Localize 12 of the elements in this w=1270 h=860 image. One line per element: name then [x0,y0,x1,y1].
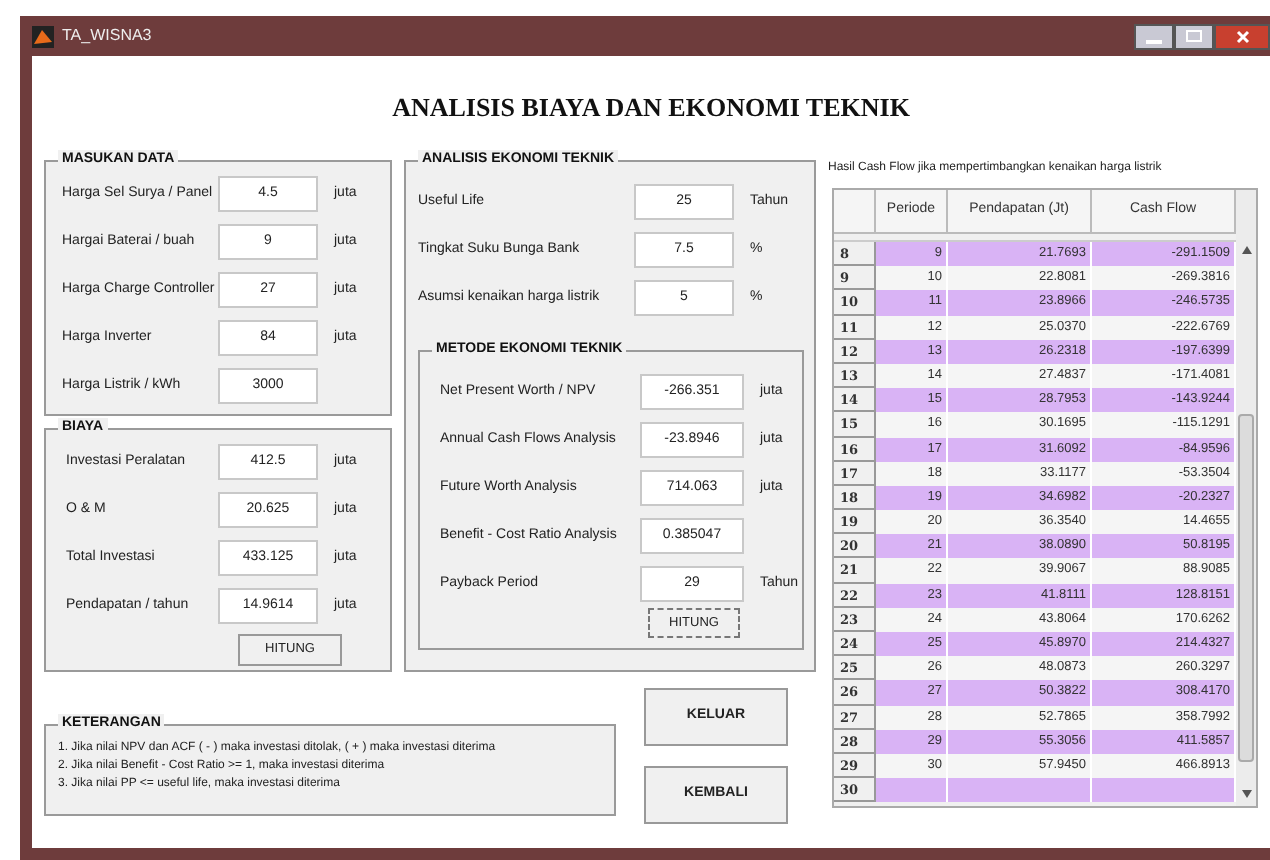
corner-header [834,190,876,234]
close-icon [1235,29,1249,43]
page-heading: ANALISIS BIAYA DAN EKONOMI TEKNIK [392,90,910,127]
maximize-button[interactable] [1174,23,1214,49]
window-title: TA_WISNA3 [62,24,152,48]
scrollbar[interactable] [1236,190,1256,806]
minimize-button[interactable] [1134,23,1174,49]
close-button[interactable] [1214,23,1270,49]
scroll-thumb[interactable] [1238,414,1254,762]
app-icon [32,25,54,47]
scroll-down-icon [1241,790,1251,798]
scroll-up-icon [1241,246,1251,254]
